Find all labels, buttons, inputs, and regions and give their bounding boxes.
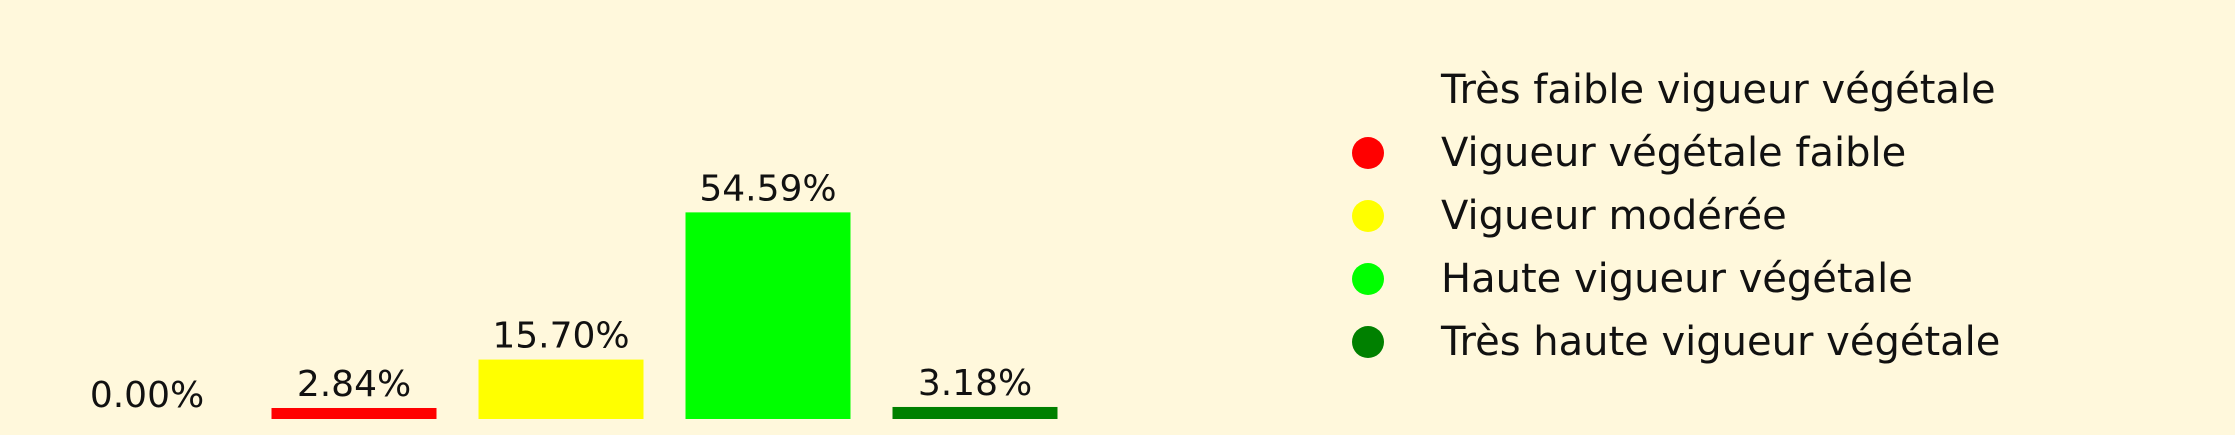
legend-swatch — [1352, 199, 1384, 232]
legend-item: Haute vigueur végétale — [1340, 247, 2000, 310]
legend-item: Vigueur végétale faible — [1340, 121, 2000, 184]
legend-label: Très haute vigueur végétale — [1441, 318, 2001, 365]
legend-label: Vigueur végétale faible — [1441, 129, 1907, 176]
legend-label: Haute vigueur végétale — [1441, 255, 1913, 302]
legend-swatch — [1352, 325, 1384, 358]
legend-label: Vigueur modérée — [1441, 192, 1787, 239]
legend-item: Très faible vigueur végétale — [1340, 58, 2000, 121]
bar-value-label: 0.00% — [90, 375, 204, 416]
bar — [478, 359, 644, 419]
legend-label: Très faible vigueur végétale — [1441, 66, 1996, 113]
chart-figure: 0.00% 2.84% 15.70% 54.59% 3.18% Très faible … — [0, 0, 2235, 435]
legend-swatch — [1352, 262, 1384, 295]
bar — [892, 406, 1058, 419]
bar — [685, 212, 851, 419]
legend-swatch — [1352, 73, 1384, 106]
bar — [271, 408, 437, 419]
legend-swatch — [1352, 136, 1384, 169]
legend-item: Vigueur modérée — [1340, 184, 2000, 247]
legend-item: Très haute vigueur végétale — [1340, 310, 2000, 373]
bar-value-label: 54.59% — [699, 168, 836, 209]
bar-value-label: 2.84% — [297, 364, 411, 405]
chart-legend: Très faible vigueur végétale Vigueur vég… — [1340, 58, 2000, 373]
bar-value-label: 15.70% — [492, 316, 629, 357]
bar-value-label: 3.18% — [918, 363, 1032, 404]
